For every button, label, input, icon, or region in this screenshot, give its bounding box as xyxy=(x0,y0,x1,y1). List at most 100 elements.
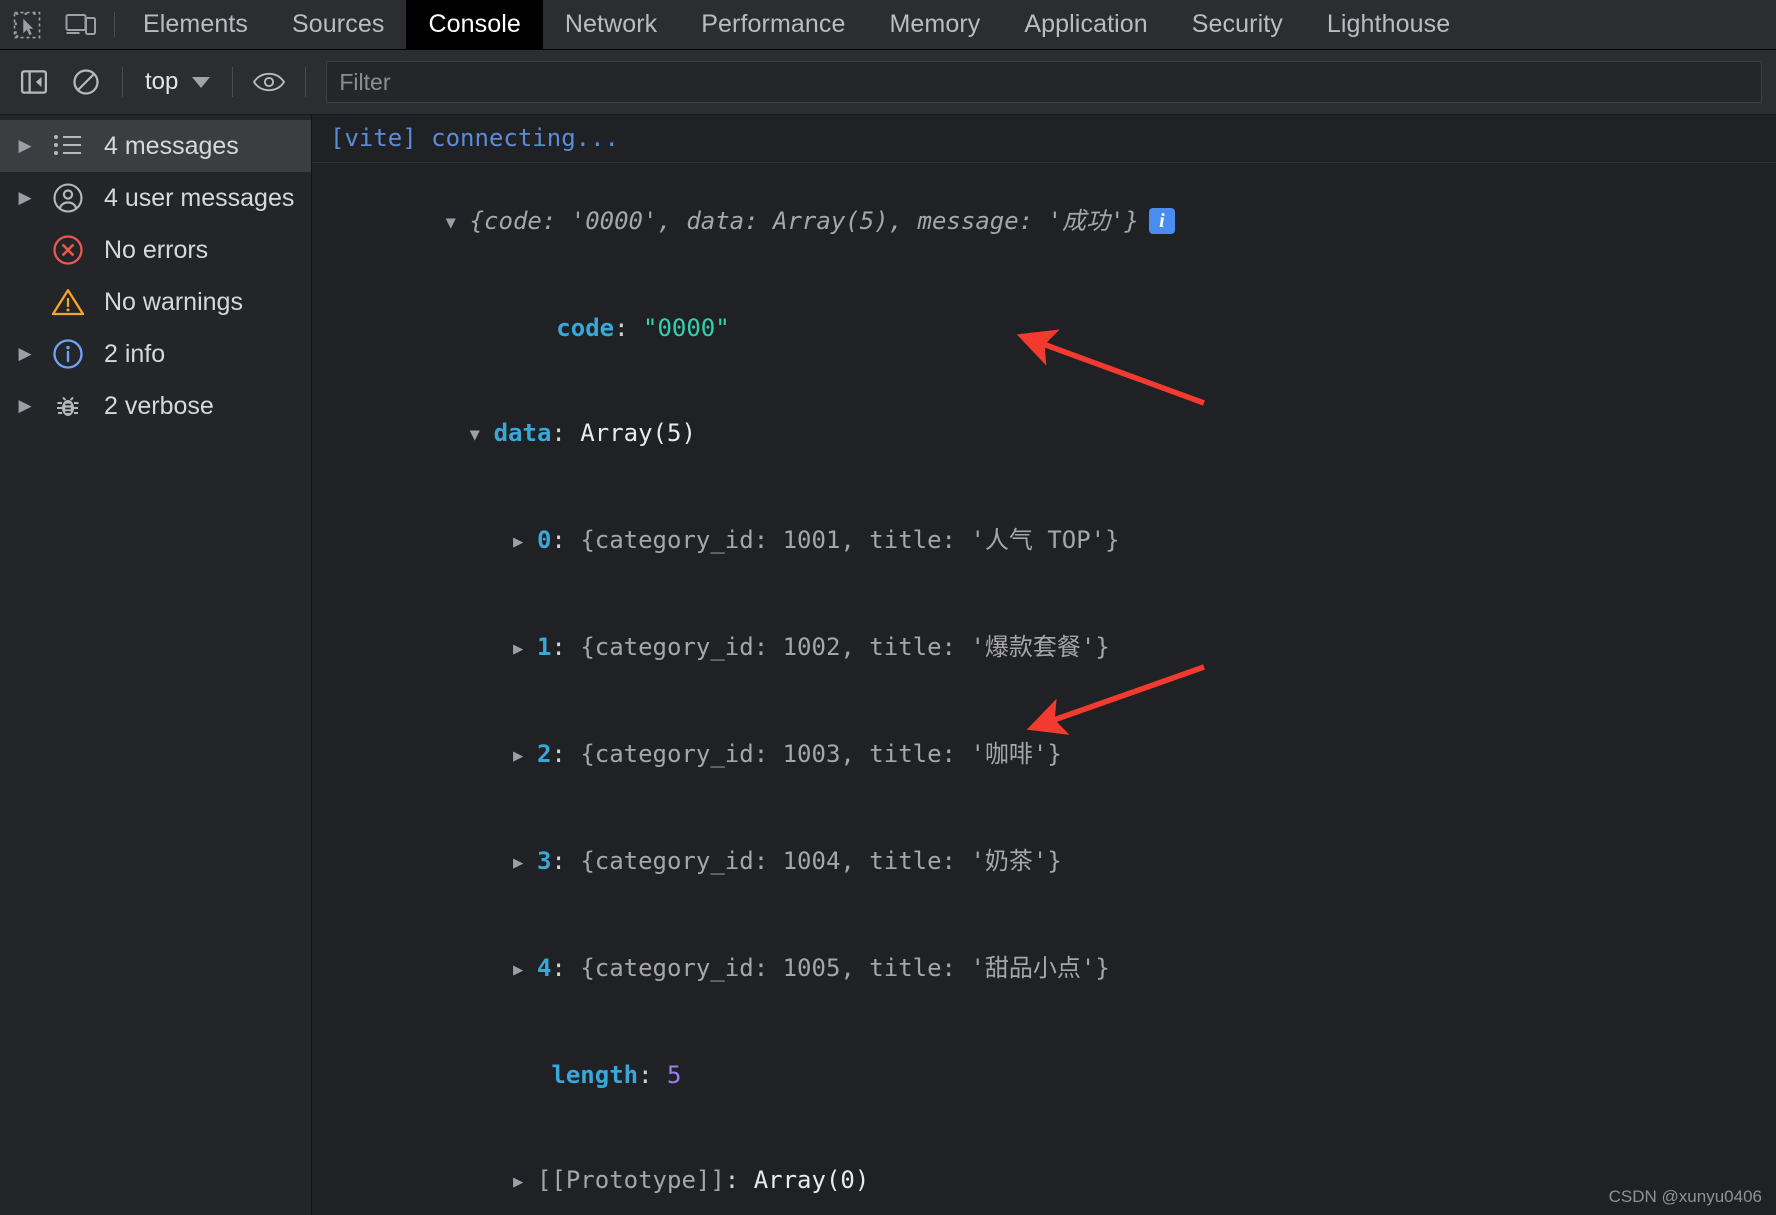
expand-triangle-icon[interactable] xyxy=(8,188,42,208)
toolbar-divider-3 xyxy=(305,67,307,97)
prototype-value: Array(0) xyxy=(753,1166,870,1194)
sidebar-item-label: No warnings xyxy=(104,287,243,316)
object-property-data[interactable]: data: Array(5) xyxy=(312,381,1776,488)
warning-icon xyxy=(42,287,94,317)
expand-triangle-icon[interactable] xyxy=(8,136,42,156)
error-icon xyxy=(42,234,94,266)
array-item-row[interactable]: 0: {category_id: 1001, title: '人气 TOP'} xyxy=(312,488,1776,595)
array-length-row: length: 5 xyxy=(312,1023,1776,1128)
tab-application[interactable]: Application xyxy=(1002,0,1169,49)
expand-triangle-icon[interactable] xyxy=(513,632,537,667)
sidebar-item-warnings[interactable]: No warnings xyxy=(0,276,311,328)
user-icon xyxy=(42,182,94,214)
toolbar-divider-2 xyxy=(232,67,234,97)
console-output[interactable]: [vite] connecting... {code: '0000', data… xyxy=(312,115,1776,1215)
array-item-preview: {category_id: 1005, title: '甜品小点'} xyxy=(580,954,1110,982)
console-message-object[interactable]: {code: '0000', data: Array(5), message: … xyxy=(312,163,1776,1215)
expand-triangle-icon[interactable] xyxy=(513,525,537,560)
prototype-key: [[Prototype]] xyxy=(536,1166,725,1194)
sidebar-item-label: 4 messages xyxy=(104,131,239,160)
console-sidebar: 4 messages 4 user messages No err xyxy=(0,115,312,1215)
sidebar-item-label: No errors xyxy=(104,235,209,264)
info-badge-icon[interactable]: i xyxy=(1148,208,1175,234)
clear-console-icon[interactable] xyxy=(60,56,112,108)
toolbar-divider-1 xyxy=(122,67,123,97)
console-line-text: [vite] connecting... xyxy=(330,124,619,152)
array-index: 3 xyxy=(536,847,552,875)
property-value: 5 xyxy=(667,1061,682,1089)
property-key: code xyxy=(556,314,615,342)
eye-icon[interactable] xyxy=(243,56,295,108)
colon-separator: : xyxy=(614,314,643,342)
sidebar-toggle-icon[interactable] xyxy=(8,56,60,108)
tab-network[interactable]: Network xyxy=(543,0,679,49)
expand-triangle-icon[interactable] xyxy=(8,344,42,364)
array-item-row[interactable]: 1: {category_id: 1002, title: '爆款套餐'} xyxy=(312,595,1776,702)
array-item-preview: {category_id: 1004, title: '奶茶'} xyxy=(580,847,1062,875)
expand-triangle-icon[interactable] xyxy=(8,396,42,416)
array-prototype-row[interactable]: [[Prototype]]: Array(0) xyxy=(312,1128,1776,1215)
array-index: 4 xyxy=(536,954,552,982)
tab-performance[interactable]: Performance xyxy=(679,0,867,49)
array-item-preview: {category_id: 1002, title: '爆款套餐'} xyxy=(580,633,1110,661)
devtools-tab-bar: Elements Sources Console Network Perform… xyxy=(0,0,1776,50)
object-preview: {code: '0000', data: Array(5), message: … xyxy=(469,207,1139,235)
property-key: data xyxy=(493,419,552,447)
tab-console[interactable]: Console xyxy=(406,0,543,49)
colon-separator: : xyxy=(551,526,581,554)
array-index: 2 xyxy=(536,740,552,768)
sidebar-item-info[interactable]: 2 info xyxy=(0,328,311,380)
list-icon xyxy=(42,132,94,160)
sidebar-item-verbose[interactable]: 2 verbose xyxy=(0,380,311,432)
filter-input[interactable] xyxy=(326,61,1762,103)
colon-separator: : xyxy=(551,633,581,661)
chevron-down-icon xyxy=(192,76,211,88)
colon-separator: : xyxy=(551,740,581,768)
colon-separator: : xyxy=(724,1166,754,1194)
expand-triangle-icon[interactable] xyxy=(513,1165,537,1200)
console-body: 4 messages 4 user messages No err xyxy=(0,115,1776,1215)
sidebar-item-user-messages[interactable]: 4 user messages xyxy=(0,172,311,224)
bug-icon xyxy=(42,391,94,421)
sidebar-item-messages[interactable]: 4 messages xyxy=(0,120,311,172)
console-toolbar: top xyxy=(0,50,1776,115)
expand-triangle-icon[interactable] xyxy=(513,739,537,774)
tab-sources[interactable]: Sources xyxy=(270,0,406,49)
inspect-element-icon[interactable] xyxy=(0,0,54,49)
property-value: "0000" xyxy=(643,314,730,342)
tab-security[interactable]: Security xyxy=(1170,0,1305,49)
device-toolbar-icon[interactable] xyxy=(54,0,108,49)
watermark-text: CSDN @xunyu0406 xyxy=(1608,1187,1762,1206)
colon-separator: : xyxy=(551,847,581,875)
console-message-vite-connecting[interactable]: [vite] connecting... xyxy=(312,115,1776,163)
expand-triangle-icon[interactable] xyxy=(513,953,537,988)
sidebar-item-label: 2 info xyxy=(104,339,166,368)
colon-separator: : xyxy=(551,954,581,982)
sidebar-item-errors[interactable]: No errors xyxy=(0,224,311,276)
collapse-triangle-icon[interactable] xyxy=(446,206,470,241)
object-header-row[interactable]: {code: '0000', data: Array(5), message: … xyxy=(312,169,1776,276)
collapse-triangle-icon[interactable] xyxy=(470,418,494,453)
tabbar-divider xyxy=(114,12,115,37)
array-index: 1 xyxy=(536,633,552,661)
array-item-row[interactable]: 2: {category_id: 1003, title: '咖啡'} xyxy=(312,702,1776,809)
sidebar-item-label: 2 verbose xyxy=(104,391,214,420)
expand-triangle-icon[interactable] xyxy=(513,846,537,881)
array-item-row[interactable]: 4: {category_id: 1005, title: '甜品小点'} xyxy=(312,916,1776,1023)
property-value: Array(5) xyxy=(580,419,696,447)
colon-separator: : xyxy=(551,419,581,447)
property-key: length xyxy=(551,1061,639,1089)
array-item-preview: {category_id: 1001, title: '人气 TOP'} xyxy=(580,526,1120,554)
array-item-row[interactable]: 3: {category_id: 1004, title: '奶茶'} xyxy=(312,809,1776,916)
array-index: 0 xyxy=(536,526,552,554)
object-property-code[interactable]: code: "0000" xyxy=(312,276,1776,381)
execution-context-value: top xyxy=(145,68,179,95)
execution-context-selector[interactable]: top xyxy=(133,68,222,96)
tab-memory[interactable]: Memory xyxy=(867,0,1002,49)
tab-lighthouse[interactable]: Lighthouse xyxy=(1305,0,1472,49)
tab-elements[interactable]: Elements xyxy=(121,0,270,49)
info-icon xyxy=(42,338,94,370)
colon-separator: : xyxy=(638,1061,667,1089)
sidebar-item-label: 4 user messages xyxy=(104,183,295,212)
array-item-preview: {category_id: 1003, title: '咖啡'} xyxy=(580,740,1062,768)
